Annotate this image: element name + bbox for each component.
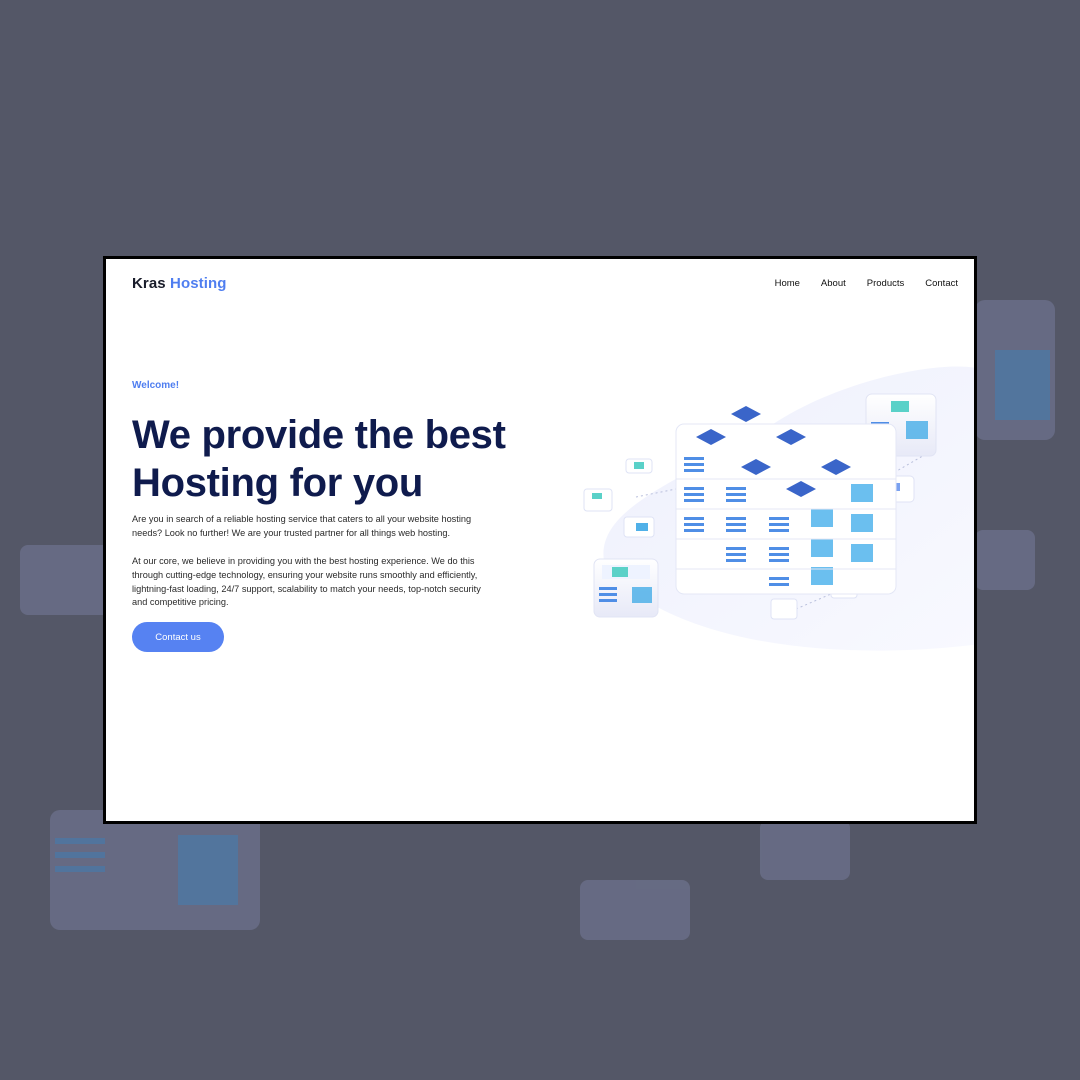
hero-title-line1: We provide the best [132,413,506,457]
brand-name-accent: Hosting [170,275,227,292]
hero-paragraph-1: Are you in search of a reliable hosting … [132,514,472,538]
contact-us-button[interactable]: Contact us [132,622,224,652]
brand-logo[interactable]: Kras Hosting [132,275,227,292]
hero-title: We provide the best Hosting for you [132,411,552,507]
nav-item-home[interactable]: Home [775,278,800,289]
nav-item-about[interactable]: About [821,278,846,289]
website-screenshot-frame: Kras Hosting Home About Products Contact [103,256,977,824]
server-cluster-illustration [583,366,974,651]
hero-eyebrow: Welcome! [132,380,180,391]
hero-title-line2: Hosting for you [132,461,424,505]
hero-paragraph-2: At our core, we believe in providing you… [132,556,481,608]
nav-item-contact[interactable]: Contact [925,278,958,289]
nav-menu: Home About Products Contact [775,278,958,289]
brand-name-dark: Kras [132,275,166,292]
nav-item-products[interactable]: Products [867,278,905,289]
top-navigation: Kras Hosting Home About Products Contact [106,259,974,313]
